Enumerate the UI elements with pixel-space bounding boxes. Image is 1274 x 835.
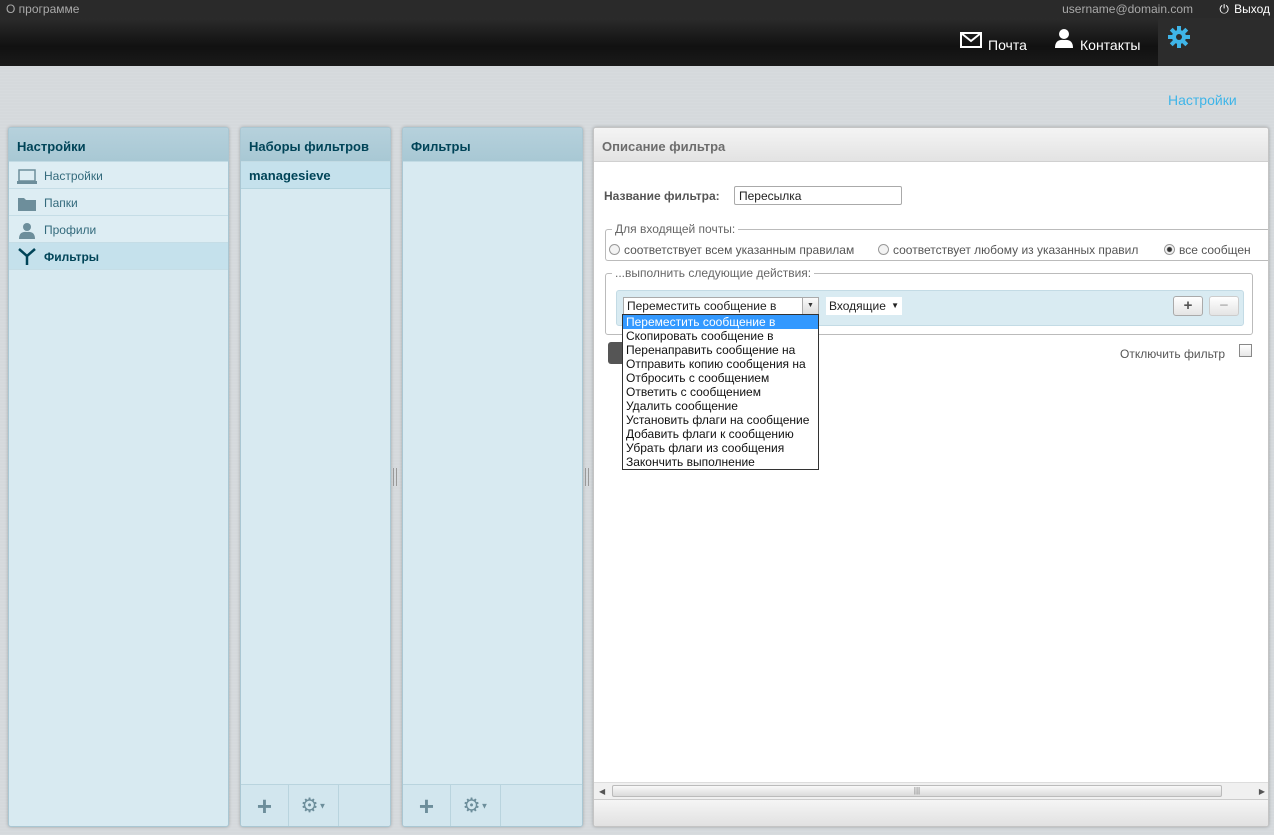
action-option[interactable]: Добавить флаги к сообщению (623, 427, 818, 441)
chevron-down-icon: ▼ (891, 301, 899, 310)
settings-item-folders[interactable]: Папки (9, 189, 228, 216)
filters-panel: Фильтры + ⚙▼ (402, 127, 583, 827)
settings-item-label: Фильтры (44, 250, 100, 264)
about-link[interactable]: О программе (6, 0, 79, 18)
panel-splitter[interactable] (393, 468, 397, 486)
laptop-icon (17, 167, 37, 184)
filters-title: Фильтры (403, 128, 582, 162)
settings-panel: Настройки Настройки Папки Профили Фильтр… (8, 127, 229, 827)
filter-description-footer (594, 799, 1268, 826)
settings-item-profiles[interactable]: Профили (9, 216, 228, 243)
radio-icon (609, 244, 620, 255)
filter-description-panel: Описание фильтра Название фильтра: Для в… (593, 127, 1269, 827)
chevron-down-icon[interactable]: ▼ (802, 298, 818, 314)
action-option[interactable]: Переместить сообщение в (623, 315, 818, 329)
horizontal-scrollbar[interactable]: ◀ ||| ▶ (594, 782, 1268, 800)
folder-icon (17, 194, 37, 211)
filters-footer: + ⚙▼ (403, 784, 582, 826)
add-filter-set-button[interactable]: + (241, 785, 289, 826)
action-select[interactable]: Переместить сообщение в ▼ (623, 297, 819, 315)
filter-sets-footer: + ⚙▼ (241, 784, 390, 826)
action-option[interactable]: Скопировать сообщение в (623, 329, 818, 343)
plus-icon: + (256, 791, 273, 821)
action-dropdown-list: Переместить сообщение в Скопировать сооб… (622, 314, 819, 470)
filter-name-label: Название фильтра: (604, 189, 720, 203)
settings-panel-title: Настройки (9, 128, 228, 162)
settings-item-settings[interactable]: Настройки (9, 162, 228, 189)
rule-any-radio[interactable]: соответствует любому из указанных правил (878, 243, 1138, 257)
filter-sets-panel: Наборы фильтров managesieve + ⚙▼ (240, 127, 391, 827)
filter-set-actions-button[interactable]: ⚙▼ (289, 785, 339, 826)
folder-select-value: Входящие (829, 299, 886, 313)
disable-filter-label: Отключить фильтр (1120, 347, 1226, 361)
filter-icon (17, 248, 37, 265)
add-action-button[interactable]: + (1173, 296, 1203, 316)
scrollbar-thumb[interactable]: ||| (612, 785, 1222, 797)
username-label: username@domain.com (1062, 2, 1193, 16)
nav-contacts[interactable]: Контакты (1044, 18, 1150, 66)
add-filter-button[interactable]: + (403, 785, 451, 826)
filter-description-title: Описание фильтра (594, 128, 1268, 162)
action-option[interactable]: Установить флаги на сообщение (623, 413, 818, 427)
filter-name-input[interactable] (734, 186, 902, 205)
rule-every-radio[interactable]: все сообщен (1164, 243, 1251, 257)
settings-item-filters[interactable]: Фильтры (9, 243, 228, 270)
chevron-down-icon: ▼ (318, 801, 327, 811)
logout-label: Выход (1234, 2, 1270, 16)
action-option[interactable]: Отправить копию сообщения на (623, 357, 818, 371)
person-icon (17, 221, 37, 239)
filter-set-item[interactable]: managesieve (241, 162, 390, 189)
settings-item-label: Настройки (44, 169, 103, 183)
rule-all-radio[interactable]: соответствует всем указанным правилам (609, 243, 854, 257)
remove-action-button[interactable]: − (1209, 296, 1239, 316)
nav-mail-label: Почта (988, 37, 1027, 53)
filter-actions-button[interactable]: ⚙▼ (451, 785, 501, 826)
nav-settings[interactable]: Настройки (1158, 18, 1274, 108)
nav-settings-label: Настройки (1168, 92, 1237, 109)
filter-sets-title: Наборы фильтров (241, 128, 390, 162)
plus-icon: + (418, 791, 435, 821)
chevron-down-icon: ▼ (480, 801, 489, 811)
header-bar: Почта Контакты Настройки (0, 18, 1274, 108)
top-strip: О программе username@domain.com ⏻ Выход (0, 0, 1274, 18)
nav-contacts-label: Контакты (1080, 37, 1141, 53)
logout-button[interactable]: ⏻ Выход (1217, 0, 1270, 18)
rule-every-label: все сообщен (1179, 243, 1251, 257)
action-select-value: Переместить сообщение в (627, 299, 777, 313)
gear-icon: ⚙ (300, 795, 319, 817)
folder-select[interactable]: Входящие ▼ (826, 297, 902, 315)
action-option[interactable]: Ответить с сообщением (623, 385, 818, 399)
action-option[interactable]: Убрать флаги из сообщения (623, 441, 818, 455)
action-option[interactable]: Отбросить с сообщением (623, 371, 818, 385)
person-icon (1054, 16, 1074, 70)
scroll-left-icon[interactable]: ◀ (599, 783, 605, 800)
nav-mail[interactable]: Почта (950, 18, 1037, 66)
rule-all-label: соответствует всем указанным правилам (624, 243, 855, 257)
action-option[interactable]: Закончить выполнение (623, 455, 818, 469)
panel-splitter[interactable] (585, 468, 589, 486)
radio-icon (878, 244, 889, 255)
settings-item-label: Папки (44, 196, 78, 210)
power-icon: ⏻ (1219, 2, 1229, 16)
envelope-icon (960, 16, 982, 70)
scroll-right-icon[interactable]: ▶ (1259, 783, 1265, 800)
incoming-mail-fieldset: Для входящей почты: соответствует всем у… (605, 222, 1268, 261)
radio-checked-icon (1164, 244, 1175, 255)
disable-filter-checkbox[interactable] (1239, 344, 1252, 357)
incoming-mail-legend: Для входящей почты: (612, 222, 739, 236)
action-option[interactable]: Перенаправить сообщение на (623, 343, 818, 357)
actions-legend: ...выполнить следующие действия: (612, 266, 815, 280)
settings-item-label: Профили (44, 223, 97, 237)
rule-any-label: соответствует любому из указанных правил (893, 243, 1139, 257)
gear-icon: ⚙ (462, 795, 481, 817)
gear-icon (1168, 16, 1190, 70)
filter-form: Название фильтра: Для входящей почты: со… (594, 163, 1268, 783)
action-option[interactable]: Удалить сообщение (623, 399, 818, 413)
